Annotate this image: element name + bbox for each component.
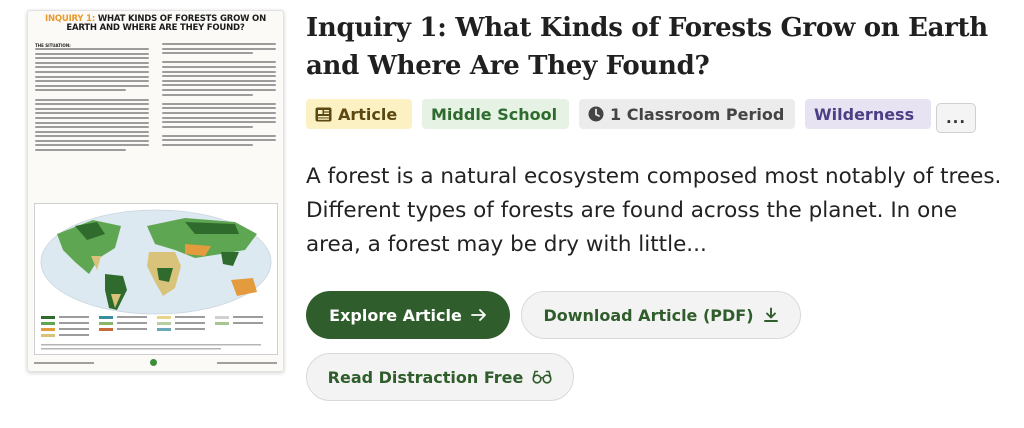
thumbnail-world-map <box>34 203 278 355</box>
download-article-button[interactable]: Download Article (PDF) <box>521 291 801 339</box>
tag-article[interactable]: Article <box>306 99 412 129</box>
thumbnail-heading: INQUIRY 1: WHAT KINDS OF FORESTS GROW ON… <box>34 15 277 33</box>
resource-description: A forest is a natural ecosystem composed… <box>306 164 1002 257</box>
clock-icon <box>588 106 604 122</box>
arrow-right-icon <box>470 308 487 322</box>
tag-article-label: Article <box>338 104 398 124</box>
article-icon <box>315 107 332 122</box>
thumbnail-right-column <box>162 43 276 149</box>
read-distraction-free-button[interactable]: Read Distraction Free <box>306 353 574 401</box>
thumbnail-left-column: THE SITUATION: <box>35 43 149 154</box>
tag-topic[interactable]: Wilderness <box>805 99 931 129</box>
thumbnail-footer <box>34 359 277 367</box>
article-thumbnail[interactable]: INQUIRY 1: WHAT KINDS OF FORESTS GROW ON… <box>27 10 284 372</box>
thumbnail-heading-rest: WHAT KINDS OF FORESTS GROW ON EARTH AND … <box>66 14 266 33</box>
more-tags-label: ... <box>945 109 967 127</box>
download-icon <box>763 307 779 323</box>
world-map-illustration <box>40 209 272 350</box>
tag-duration-label: 1 Classroom Period <box>610 104 785 124</box>
download-article-label: Download Article (PDF) <box>543 305 754 325</box>
tag-grade-level[interactable]: Middle School <box>422 99 569 129</box>
read-distraction-free-label: Read Distraction Free <box>327 367 524 387</box>
explore-article-button[interactable]: Explore Article <box>306 291 510 339</box>
tag-duration[interactable]: 1 Classroom Period <box>579 99 795 129</box>
tag-topic-label: Wilderness <box>814 104 915 124</box>
glasses-icon <box>532 370 552 384</box>
resource-title[interactable]: Inquiry 1: What Kinds of Forests Grow on… <box>306 9 1006 85</box>
tag-grade-level-label: Middle School <box>431 104 558 124</box>
logo-icon <box>150 359 157 366</box>
explore-article-label: Explore Article <box>329 305 462 325</box>
thumbnail-text-columns: THE SITUATION: <box>35 43 276 203</box>
map-legend <box>41 316 263 350</box>
more-tags-button[interactable]: ... <box>936 103 976 133</box>
